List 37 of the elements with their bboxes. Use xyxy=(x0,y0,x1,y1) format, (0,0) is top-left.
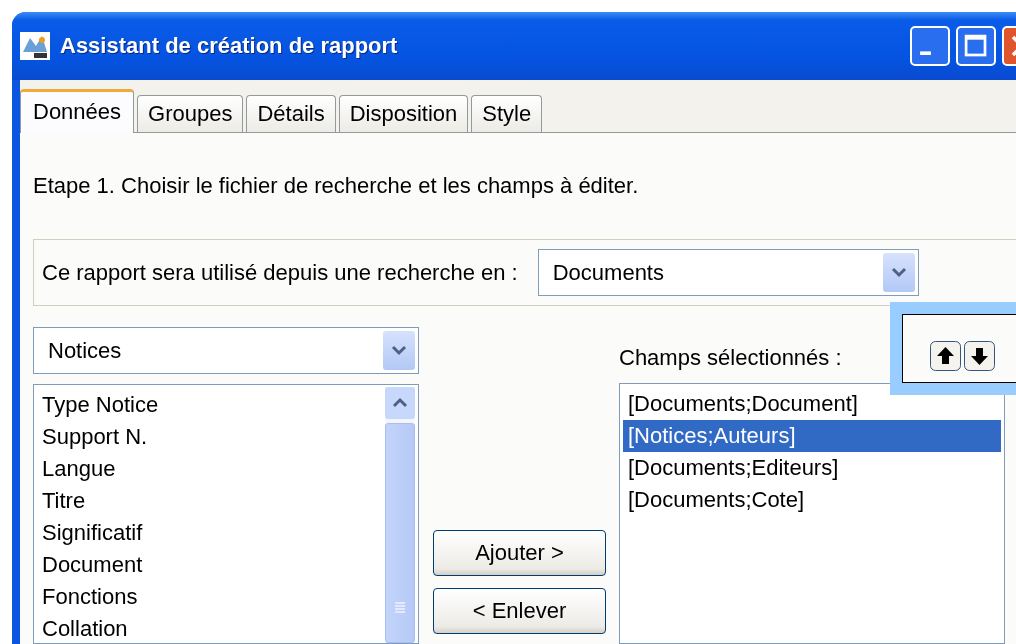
list-item[interactable]: Support N. xyxy=(37,421,382,453)
list-item[interactable]: Langue xyxy=(37,453,382,485)
list-item[interactable]: [Documents;Cote] xyxy=(623,484,1001,516)
maximize-icon[interactable] xyxy=(956,26,996,66)
selected-fields-label: Champs sélectionnés : xyxy=(619,345,842,371)
list-item[interactable]: [Documents;Editeurs] xyxy=(623,452,1001,484)
source-label: Ce rapport sera utilisé depuis une recherche en : xyxy=(42,259,518,286)
move-up-icon[interactable] xyxy=(930,341,961,371)
window-title: Assistant de création de rapport xyxy=(60,33,399,59)
minimize-icon[interactable] xyxy=(910,26,950,66)
tab[interactable]: Disposition xyxy=(338,95,469,132)
tab[interactable]: Données xyxy=(20,89,135,133)
action-button[interactable]: Ajouter > xyxy=(433,530,606,576)
list-item[interactable]: [Notices;Auteurs] xyxy=(623,420,1001,452)
list-item[interactable]: Significatif xyxy=(37,517,382,549)
list-item[interactable]: Type Notice xyxy=(37,389,382,421)
tab[interactable]: Détails xyxy=(246,95,336,132)
move-down-icon[interactable] xyxy=(964,341,995,371)
tab[interactable]: Groupes xyxy=(137,95,244,132)
step-text: Etape 1. Choisir le fichier de recherche et les champs à éditer. xyxy=(33,173,640,199)
scroll-up-icon[interactable] xyxy=(385,387,415,419)
chevron-down-icon[interactable] xyxy=(383,331,415,370)
scrollbar-thumb[interactable] xyxy=(385,423,415,643)
list-item[interactable]: Document xyxy=(37,549,382,581)
dropdown[interactable]: Documents xyxy=(537,249,919,296)
list-item[interactable]: Collation xyxy=(37,613,382,643)
list-item[interactable]: Titre xyxy=(37,485,382,517)
tab[interactable]: Style xyxy=(471,95,543,132)
field-list[interactable]: Type Notice Support N. Langue Titre Significatif Document Fonctions Collation xyxy=(33,384,419,644)
list-item[interactable]: Fonctions xyxy=(37,581,382,613)
list-item[interactable]: [Documents;Document] xyxy=(623,388,1001,420)
dropdown[interactable]: Notices xyxy=(33,327,419,374)
chevron-down-icon[interactable] xyxy=(882,253,915,292)
action-button[interactable]: < Enlever xyxy=(433,588,606,634)
grip-icon xyxy=(394,601,406,615)
selected-field-list[interactable]: [Documents;Document] [Notices;Auteurs] [Documents;Editeurs] [Documents;Cote] xyxy=(619,383,1005,644)
app-icon xyxy=(20,32,50,60)
